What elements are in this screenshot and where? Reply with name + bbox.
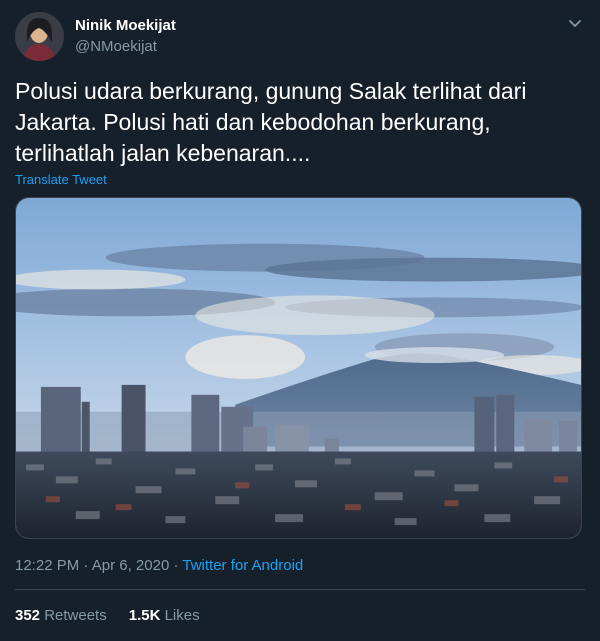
tweet-metadata: 12:22 PM · Apr 6, 2020 · Twitter for And…	[15, 557, 303, 574]
meta-separator: ·	[169, 557, 183, 574]
tweet-text: Polusi udara berkurang, gunung Salak ter…	[15, 78, 527, 166]
likes-label: Likes	[160, 607, 200, 624]
avatar-image	[15, 12, 64, 61]
tweet: Ninik Moekijat @NMoekijat Polusi udara b…	[0, 0, 600, 641]
meta-separator: ·	[79, 557, 92, 574]
photo-jakarta-mount-salak	[16, 198, 581, 538]
retweets-stat[interactable]: 352 Retweets	[15, 607, 107, 624]
retweets-label: Retweets	[40, 607, 107, 624]
tweet-photo[interactable]	[15, 197, 582, 539]
translate-tweet-link[interactable]: Translate Tweet	[15, 172, 107, 187]
tweet-date[interactable]: Apr 6, 2020	[92, 557, 170, 574]
tweet-source-link[interactable]: Twitter for Android	[182, 557, 303, 574]
retweets-count: 352	[15, 607, 41, 624]
likes-stat[interactable]: 1.5K Likes	[129, 607, 200, 624]
tweet-time[interactable]: 12:22 PM	[15, 557, 79, 574]
user-handle[interactable]: @NMoekijat	[75, 38, 157, 55]
display-name[interactable]: Ninik Moekijat	[75, 17, 176, 34]
avatar[interactable]	[15, 12, 64, 61]
tweet-stats: 352 Retweets 1.5K Likes	[15, 607, 200, 624]
likes-count: 1.5K	[128, 607, 161, 624]
divider	[15, 589, 585, 590]
chevron-down-icon[interactable]	[566, 14, 584, 32]
